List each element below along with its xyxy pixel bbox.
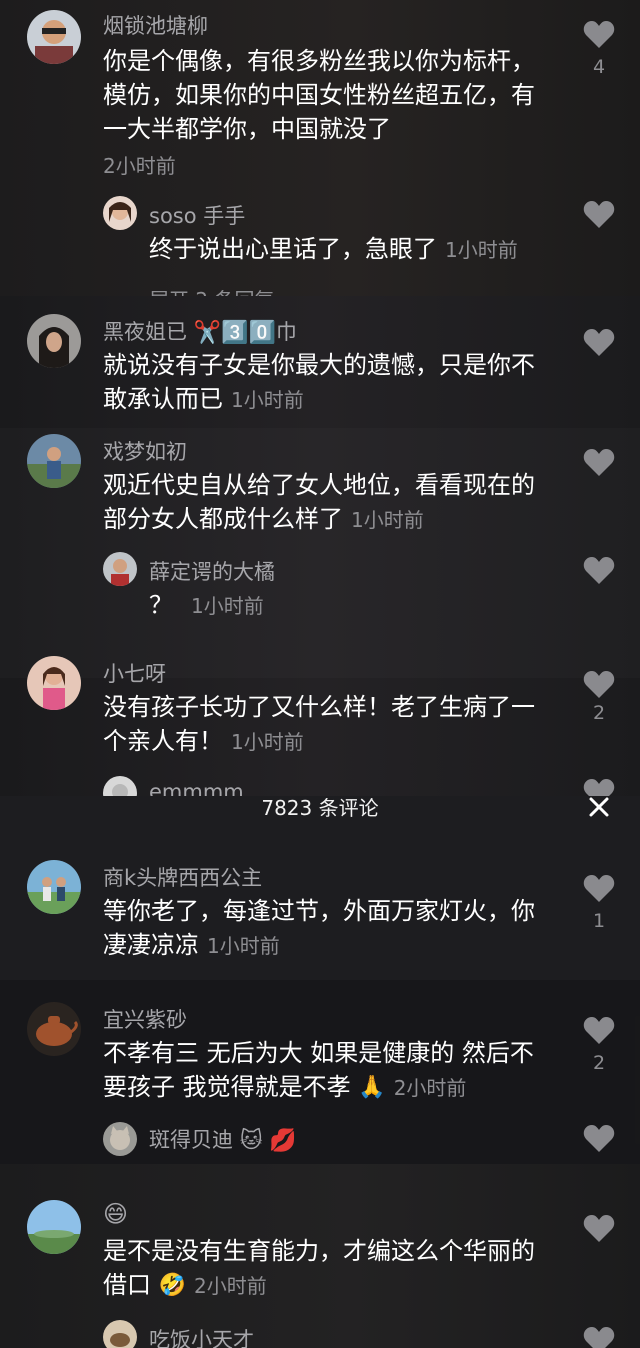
comment-text: 观近代史自从给了女人地位，看看现在的部分女人都成什么样了 1小时前 <box>103 468 543 537</box>
heart-icon[interactable] <box>582 872 616 906</box>
comment-username[interactable]: 黑夜姐已 ✂️3️⃣0️⃣巾 <box>103 316 297 346</box>
cat-emoji: 🐱 <box>239 1128 263 1154</box>
heart-icon[interactable] <box>582 198 616 232</box>
avatar[interactable] <box>27 434 81 488</box>
comment-time: 1小时前 <box>231 388 304 412</box>
comment-time: 1小时前 <box>351 508 424 532</box>
comment-text: 就说没有子女是你最大的遗憾，只是你不敢承认而已 1小时前 <box>103 348 543 417</box>
comment-time: 2小时前 <box>393 1076 467 1100</box>
comment-panel: 7823 条评论 商k头牌西西公主 等你老了，每逢过节，外面万家灯火，你凄凄凉凉… <box>0 796 640 1164</box>
expand-replies-link[interactable]: 展开 2 条回复 <box>149 284 274 296</box>
comment-body: 不孝有三 无后为大 如果是健康的 然后不要孩子 我觉得就是不孝 <box>103 1039 534 1101</box>
heart-icon[interactable] <box>582 18 616 52</box>
heart-icon[interactable] <box>582 668 616 702</box>
like-count: 2 <box>592 702 606 724</box>
comment-time: 2小时前 <box>103 154 176 178</box>
heart-icon[interactable] <box>582 446 616 480</box>
keycap-3-emoji: 3️⃣ <box>221 320 249 346</box>
avatar[interactable] <box>103 776 137 796</box>
avatar[interactable] <box>103 196 137 230</box>
heart-icon[interactable] <box>582 776 616 796</box>
comment-text: 等你老了，每逢过节，外面万家灯火，你凄凄凉凉 1小时前 <box>103 894 543 963</box>
pray-emoji: 🙏 <box>358 1075 386 1100</box>
avatar[interactable] <box>103 552 137 586</box>
comment-section-4: 😄 是不是没有生育能力，才编这么个华丽的借口 🤣 2小时前 吃饭小天才 <box>0 1164 640 1348</box>
comment-body: 观近代史自从给了女人地位，看看现在的部分女人都成什么样了 <box>103 471 535 533</box>
reply-username[interactable]: 薛定谔的大橘 <box>149 556 275 586</box>
avatar[interactable] <box>27 10 81 64</box>
reply-username[interactable]: 斑得贝迪 🐱 💋 <box>149 1124 297 1154</box>
comment-section-2: 黑夜姐已 ✂️3️⃣0️⃣巾 就说没有子女是你最大的遗憾，只是你不敢承认而已 1小… <box>0 296 640 796</box>
comment-text: 是不是没有生育能力，才编这么个华丽的借口 🤣 2小时前 <box>103 1234 543 1303</box>
username-suffix: 巾 <box>275 320 297 344</box>
heart-icon[interactable] <box>582 1212 616 1246</box>
rofl-emoji: 🤣 <box>158 1273 187 1298</box>
reply-body: ？ <box>149 591 173 619</box>
comment-band <box>0 428 640 678</box>
reply-text: ？ 1小时前 <box>149 588 569 623</box>
comment-username[interactable]: 😄 <box>103 1200 128 1228</box>
heart-icon[interactable] <box>582 1324 616 1348</box>
comment-text: 你是个偶像，有很多粉丝我以你为标杆，模仿，如果你的中国女性粉丝超五亿，有一大半都… <box>103 44 543 146</box>
comment-body: 就说没有子女是你最大的遗憾，只是你不敢承认而已 <box>103 351 535 413</box>
comment-count-title: 7823 条评论 <box>261 796 379 820</box>
avatar[interactable] <box>27 1002 81 1056</box>
reply-username[interactable]: emmmm <box>149 780 244 796</box>
reply-username[interactable]: soso 手手 <box>149 200 245 230</box>
heart-icon[interactable] <box>582 554 616 588</box>
comment-text: 没有孩子长功了又什么样！老了生病了一个亲人有！ 1小时前 <box>103 690 543 759</box>
avatar[interactable] <box>27 1200 81 1254</box>
comment-text: 不孝有三 无后为大 如果是健康的 然后不要孩子 我觉得就是不孝 🙏 2小时前 <box>103 1036 543 1105</box>
avatar[interactable] <box>27 314 81 368</box>
heart-icon[interactable] <box>582 1122 616 1156</box>
comment-body: 你是个偶像，有很多粉丝我以你为标杆，模仿，如果你的中国女性粉丝超五亿，有一大半都… <box>103 47 535 143</box>
comment-username[interactable]: 宜兴紫砂 <box>103 1004 187 1034</box>
username-text: 斑得贝迪 <box>149 1128 233 1152</box>
avatar[interactable] <box>103 1320 137 1348</box>
like-count: 4 <box>592 56 606 78</box>
comment-body: 没有孩子长功了又什么样！老了生病了一个亲人有！ <box>103 693 535 755</box>
comment-username[interactable]: 戏梦如初 <box>103 436 187 466</box>
avatar[interactable] <box>103 1122 137 1156</box>
comment-username[interactable]: 商k头牌西西公主 <box>103 862 262 892</box>
like-count: 2 <box>592 1052 606 1074</box>
kiss-emoji: 💋 <box>269 1128 297 1154</box>
reply-time: 1小时前 <box>445 238 518 262</box>
avatar[interactable] <box>27 656 81 710</box>
avatar[interactable] <box>27 860 81 914</box>
scissors-emoji: ✂️ <box>193 320 222 346</box>
keycap-0-emoji: 0️⃣ <box>248 320 276 346</box>
heart-icon[interactable] <box>582 326 616 360</box>
comment-body: 等你老了，每逢过节，外面万家灯火，你凄凄凉凉 <box>103 897 535 959</box>
reply-body: 终于说出心里话了，急眼了 <box>149 235 437 263</box>
comment-time: 2小时前 <box>194 1274 267 1298</box>
comment-time: 1小时前 <box>207 934 280 958</box>
username-text: 黑夜姐已 <box>103 320 187 344</box>
smile-emoji: 😄 <box>103 1200 129 1228</box>
reply-time: 1小时前 <box>191 594 264 618</box>
like-count: 1 <box>592 910 606 932</box>
heart-icon[interactable] <box>582 1014 616 1048</box>
comment-time: 1小时前 <box>231 730 304 754</box>
close-icon[interactable] <box>588 796 610 818</box>
reply-username[interactable]: 吃饭小天才 <box>149 1324 254 1348</box>
comment-username[interactable]: 烟锁池塘柳 <box>103 10 208 40</box>
comment-username[interactable]: 小七呀 <box>103 658 166 688</box>
comment-section-1: 烟锁池塘柳 你是个偶像，有很多粉丝我以你为标杆，模仿，如果你的中国女性粉丝超五亿… <box>0 0 640 296</box>
reply-text: 终于说出心里话了，急眼了 1小时前 <box>149 232 569 267</box>
